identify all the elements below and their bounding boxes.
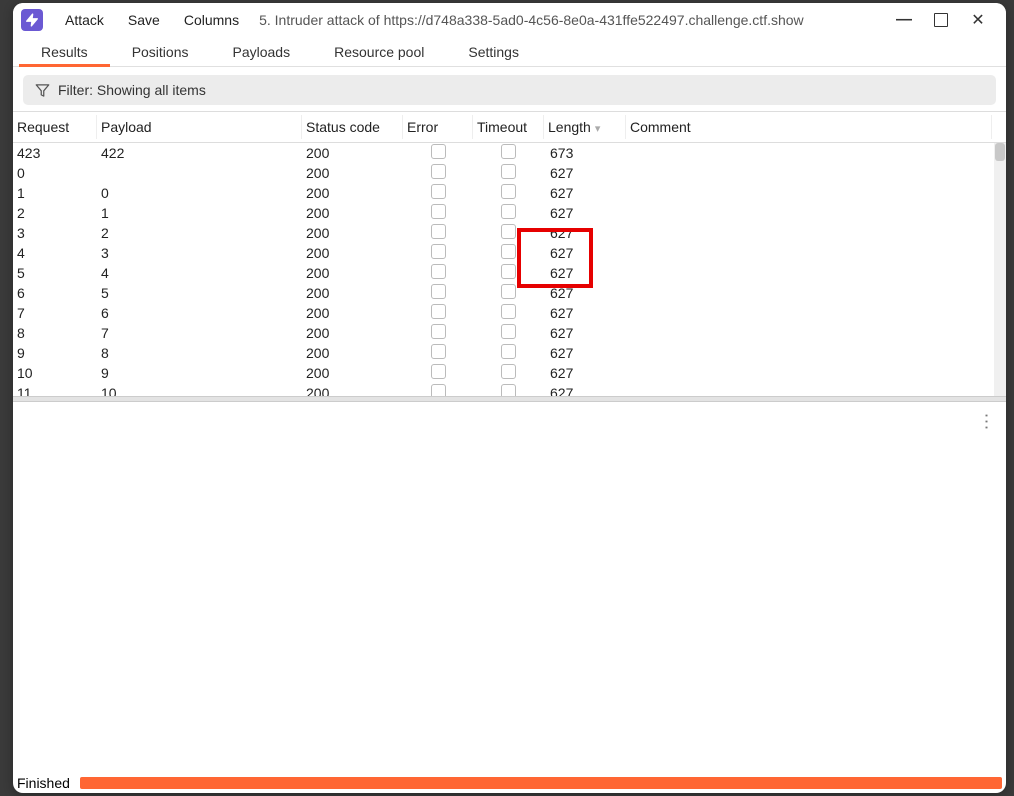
tab-positions[interactable]: Positions: [110, 38, 211, 67]
tab-resource-pool[interactable]: Resource pool: [312, 38, 446, 67]
close-button[interactable]: [964, 6, 992, 34]
menu-save[interactable]: Save: [116, 6, 172, 34]
cell-payload: 422: [97, 143, 302, 165]
tab-settings[interactable]: Settings: [446, 38, 541, 67]
cell-payload: [97, 169, 302, 177]
cell-comment[interactable]: [626, 369, 1006, 377]
col-header-scroll-gutter: [992, 123, 1006, 131]
window-title: 5. Intruder attack of https://d748a338-5…: [251, 12, 890, 28]
titlebar: Attack Save Columns 5. Intruder attack o…: [13, 3, 1006, 37]
progress-bar: [80, 777, 1002, 789]
table-row[interactable]: 1110200 627: [13, 383, 1006, 396]
cell-request: 11: [13, 381, 97, 396]
cell-comment[interactable]: [626, 189, 1006, 197]
filter-text: Filter: Showing all items: [58, 82, 206, 98]
cell-comment[interactable]: [626, 269, 1006, 277]
window-controls: [890, 6, 998, 34]
tab-bar: Results Positions Payloads Resource pool…: [13, 37, 1006, 67]
cell-comment[interactable]: [626, 289, 1006, 297]
cell-payload: 10: [97, 381, 302, 396]
col-header-payload[interactable]: Payload: [97, 115, 302, 139]
results-table: Request Payload Status code Error Timeou…: [13, 111, 1006, 396]
tab-results[interactable]: Results: [19, 38, 110, 67]
col-header-length[interactable]: Length▾: [544, 115, 626, 139]
menu-columns[interactable]: Columns: [172, 6, 251, 34]
col-header-request[interactable]: Request: [13, 115, 97, 139]
status-bar: Finished: [13, 773, 1006, 793]
maximize-button[interactable]: [934, 13, 948, 27]
minimize-button[interactable]: [890, 6, 918, 34]
filter-bar[interactable]: Filter: Showing all items: [23, 75, 996, 105]
table-body[interactable]: 4234222006730200627102006272120062732200…: [13, 143, 1006, 396]
cell-comment[interactable]: [626, 309, 1006, 317]
app-window: Attack Save Columns 5. Intruder attack o…: [13, 3, 1006, 793]
tab-payloads[interactable]: Payloads: [211, 38, 313, 67]
app-icon: [21, 9, 43, 31]
table-header-row: Request Payload Status code Error Timeou…: [13, 111, 1006, 143]
cell-comment[interactable]: [626, 349, 1006, 357]
table-scrollbar[interactable]: [994, 143, 1006, 396]
cell-comment[interactable]: [626, 329, 1006, 337]
cell-timeout[interactable]: [473, 380, 544, 396]
detail-pane-menu-icon[interactable]: ⋯: [976, 413, 997, 429]
cell-length: 627: [544, 381, 626, 396]
cell-comment[interactable]: [626, 249, 1006, 257]
cell-comment[interactable]: [626, 169, 1006, 177]
col-header-comment[interactable]: Comment: [626, 115, 992, 139]
filter-icon: [35, 83, 50, 98]
cell-comment[interactable]: [626, 389, 1006, 396]
cell-comment[interactable]: [626, 229, 1006, 237]
menu-attack[interactable]: Attack: [53, 6, 116, 34]
cell-error[interactable]: [403, 380, 473, 396]
detail-pane: ⋯: [13, 402, 1006, 773]
scrollbar-thumb[interactable]: [995, 143, 1005, 161]
col-header-status-code[interactable]: Status code: [302, 115, 403, 139]
cell-status: 200: [302, 381, 403, 396]
cell-comment[interactable]: [626, 149, 1006, 157]
col-header-error[interactable]: Error: [403, 115, 473, 139]
col-header-timeout[interactable]: Timeout: [473, 115, 544, 139]
sort-indicator-icon: ▾: [595, 122, 601, 135]
status-label: Finished: [17, 775, 70, 791]
cell-comment[interactable]: [626, 209, 1006, 217]
